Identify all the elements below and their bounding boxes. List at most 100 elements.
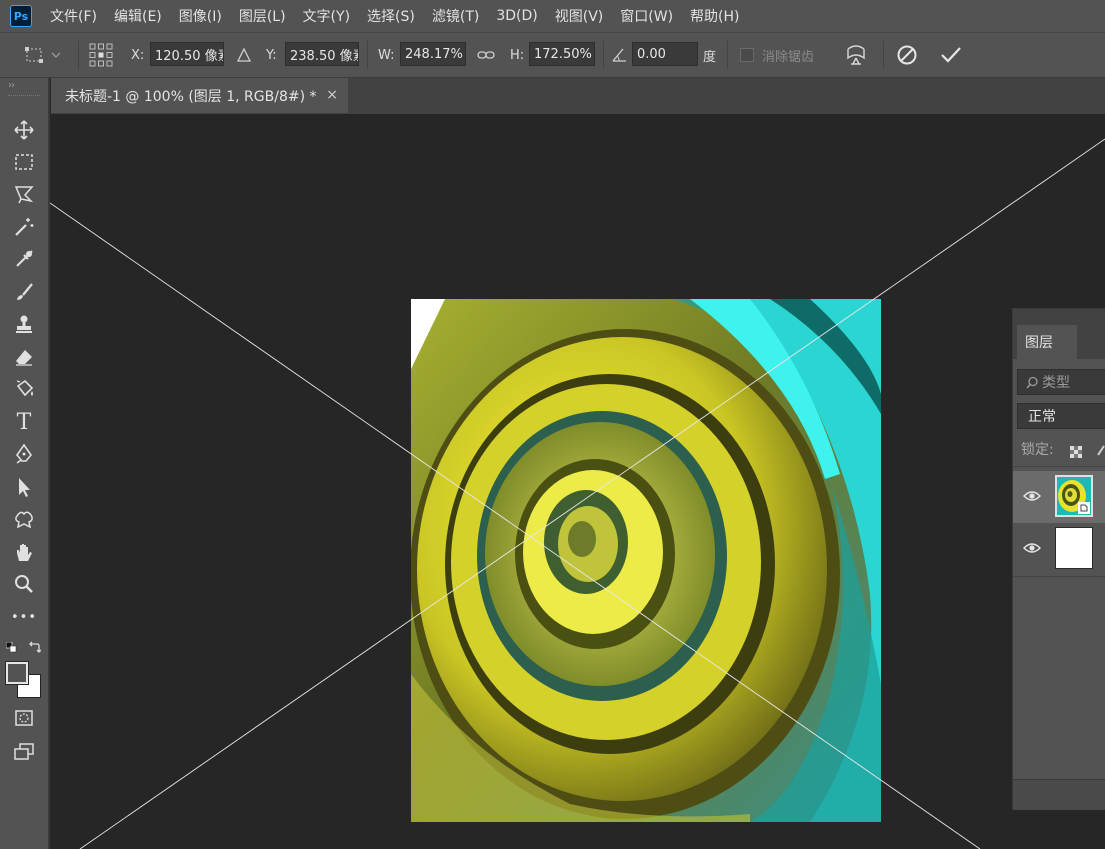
h-label: H: bbox=[510, 47, 525, 63]
lasso-icon bbox=[14, 186, 34, 204]
commit-transform-icon[interactable] bbox=[939, 33, 963, 77]
rotation-angle-field[interactable]: 0.00 bbox=[632, 42, 698, 66]
layers-panel: 图层 类型 正常 锁定: bbox=[1012, 308, 1105, 810]
cancel-transform-icon[interactable] bbox=[896, 33, 918, 77]
reference-point-icon[interactable] bbox=[89, 33, 113, 77]
document-tab-bar: 未标题-1 @ 100% (图层 1, RGB/8#) * × bbox=[51, 78, 1105, 114]
degree-unit: 度 bbox=[703, 49, 717, 65]
divider bbox=[1013, 466, 1105, 467]
divider bbox=[1013, 576, 1105, 577]
width-field[interactable]: 248.17% bbox=[400, 42, 466, 66]
paint-bucket-icon bbox=[16, 379, 34, 397]
menu-select[interactable]: 选择(S) bbox=[367, 6, 415, 26]
document-tab-title: 未标题-1 @ 100% (图层 1, RGB/8#) * bbox=[65, 88, 317, 105]
magic-wand-tool[interactable] bbox=[10, 213, 38, 241]
pen-icon bbox=[15, 443, 33, 464]
separator bbox=[603, 41, 604, 69]
swirl-image bbox=[411, 299, 881, 822]
lock-transparency-icon[interactable] bbox=[1070, 446, 1082, 458]
canvas-artwork[interactable] bbox=[50, 114, 1105, 849]
canvas-workspace[interactable] bbox=[50, 114, 1105, 849]
marquee-tool[interactable] bbox=[10, 148, 38, 176]
screen-mode-icon bbox=[14, 743, 34, 760]
height-field[interactable]: 172.50% bbox=[529, 42, 595, 66]
quick-mask-button[interactable] bbox=[10, 704, 38, 732]
paint-bucket-tool[interactable] bbox=[10, 375, 38, 403]
background-thumbnail[interactable] bbox=[1055, 527, 1093, 569]
layer-filter-placeholder: 类型 bbox=[1042, 375, 1070, 391]
blend-mode-select[interactable]: 正常 bbox=[1017, 403, 1105, 429]
tab-layers[interactable]: 图层 bbox=[1017, 325, 1077, 359]
menu-filter[interactable]: 滤镜(T) bbox=[432, 6, 479, 26]
menu-bar: Ps 文件(F) 编辑(E) 图像(I) 图层(L) 文字(Y) 选择(S) 滤… bbox=[0, 0, 1105, 32]
options-bar: X: 120.50 像素 Y: 238.50 像素 W: 248.17% H: … bbox=[0, 32, 1105, 78]
search-icon bbox=[1026, 376, 1038, 388]
photoshop-logo[interactable]: Ps bbox=[10, 5, 32, 27]
antialias-checkbox[interactable]: 消除锯齿 bbox=[740, 33, 814, 77]
brush-tool[interactable] bbox=[10, 278, 38, 306]
checkbox-box[interactable] bbox=[740, 48, 754, 62]
layer-row-background[interactable] bbox=[1013, 523, 1105, 575]
document-tab[interactable]: 未标题-1 @ 100% (图层 1, RGB/8#) * × bbox=[51, 78, 348, 113]
eraser-tool[interactable] bbox=[10, 343, 38, 371]
swap-colors-icon[interactable] bbox=[27, 640, 42, 654]
warp-icon[interactable] bbox=[844, 33, 868, 77]
move-tool[interactable] bbox=[10, 116, 38, 144]
eye-icon[interactable] bbox=[1023, 541, 1041, 555]
menu-layer[interactable]: 图层(L) bbox=[239, 6, 286, 26]
eyedropper-tool[interactable] bbox=[10, 245, 38, 273]
clone-stamp-tool[interactable] bbox=[10, 310, 38, 338]
menu-image[interactable]: 图像(I) bbox=[179, 6, 222, 26]
brush-icon bbox=[17, 283, 33, 300]
separator bbox=[883, 41, 884, 69]
path-selection-tool[interactable] bbox=[10, 473, 38, 501]
hand-icon bbox=[17, 544, 32, 561]
transform-tool-icon[interactable] bbox=[22, 33, 60, 77]
x-label: X: bbox=[131, 47, 145, 63]
close-icon[interactable]: × bbox=[326, 87, 338, 103]
separator bbox=[727, 41, 728, 69]
hand-tool[interactable] bbox=[10, 538, 38, 566]
menu-file[interactable]: 文件(F) bbox=[50, 6, 97, 26]
w-label: W: bbox=[378, 47, 395, 63]
menu-edit[interactable]: 编辑(E) bbox=[114, 6, 162, 26]
pen-tool[interactable] bbox=[10, 440, 38, 468]
layer-row-smart-object[interactable] bbox=[1013, 471, 1105, 523]
relative-position-icon[interactable] bbox=[236, 33, 252, 77]
type-icon: T bbox=[16, 409, 32, 435]
more-tools-icon: ••• bbox=[10, 609, 37, 625]
quick-mask-icon bbox=[15, 710, 33, 726]
y-label: Y: bbox=[266, 47, 277, 63]
collapse-handle[interactable]: ›› bbox=[8, 80, 15, 91]
eyedropper-icon bbox=[16, 250, 33, 267]
layer-thumbnail[interactable] bbox=[1055, 475, 1093, 517]
menu-view[interactable]: 视图(V) bbox=[555, 6, 604, 26]
move-icon bbox=[14, 120, 34, 140]
separator bbox=[78, 41, 79, 69]
stamp-icon bbox=[16, 315, 32, 333]
custom-shape-tool[interactable] bbox=[10, 505, 38, 533]
foreground-color-swatch[interactable] bbox=[5, 661, 29, 685]
custom-shape-icon bbox=[15, 511, 33, 529]
eye-icon[interactable] bbox=[1023, 489, 1041, 503]
toolbar-grip[interactable] bbox=[8, 95, 40, 98]
menu-help[interactable]: 帮助(H) bbox=[690, 6, 739, 26]
layer-filter-input[interactable]: 类型 bbox=[1017, 369, 1105, 395]
lasso-tool[interactable] bbox=[10, 180, 38, 208]
link-icon[interactable] bbox=[477, 33, 495, 77]
zoom-icon bbox=[15, 575, 33, 593]
magic-wand-icon bbox=[15, 218, 34, 236]
smart-object-badge-icon bbox=[1078, 502, 1090, 514]
screen-mode-button[interactable] bbox=[10, 738, 38, 766]
x-position-field[interactable]: 120.50 像素 bbox=[150, 42, 224, 66]
menu-type[interactable]: 文字(Y) bbox=[303, 6, 350, 26]
more-tools[interactable]: ••• bbox=[10, 603, 38, 631]
zoom-tool[interactable] bbox=[10, 570, 38, 598]
lock-pixels-icon[interactable] bbox=[1095, 445, 1105, 459]
y-position-field[interactable]: 238.50 像素 bbox=[285, 42, 359, 66]
menu-3d[interactable]: 3D(D) bbox=[496, 8, 537, 24]
default-colors-icon[interactable] bbox=[5, 641, 17, 653]
menu-window[interactable]: 窗口(W) bbox=[620, 6, 673, 26]
lock-label: 锁定: bbox=[1021, 442, 1054, 458]
type-tool[interactable]: T bbox=[10, 408, 38, 436]
